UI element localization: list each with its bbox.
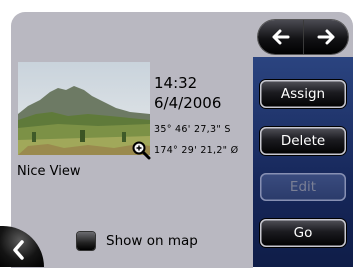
delete-button[interactable]: Delete	[260, 127, 346, 155]
edit-button[interactable]: Edit	[260, 173, 346, 201]
waypoint-longitude: 174° 29' 21,2" Ø	[154, 145, 239, 156]
magnify-icon[interactable]	[131, 140, 151, 160]
waypoint-latitude: 35° 46' 27,3" S	[154, 124, 231, 135]
waypoint-time: 14:32	[154, 74, 198, 92]
assign-button[interactable]: Assign	[260, 80, 346, 108]
device-screen: 14:32 6/4/2006 35° 46' 27,3" S 174° 29' …	[0, 0, 357, 268]
waypoint-name: Nice View	[17, 164, 81, 179]
previous-button[interactable]	[258, 20, 304, 54]
go-button[interactable]: Go	[260, 219, 346, 247]
prev-next-control	[258, 20, 348, 54]
show-on-map-checkbox[interactable]	[77, 232, 95, 250]
arrow-left-icon	[272, 29, 289, 45]
chevron-left-icon	[13, 239, 24, 260]
waypoint-date: 6/4/2006	[154, 94, 222, 112]
arrow-right-icon	[317, 29, 334, 45]
show-on-map-label: Show on map	[106, 233, 198, 249]
next-button[interactable]	[303, 20, 348, 54]
